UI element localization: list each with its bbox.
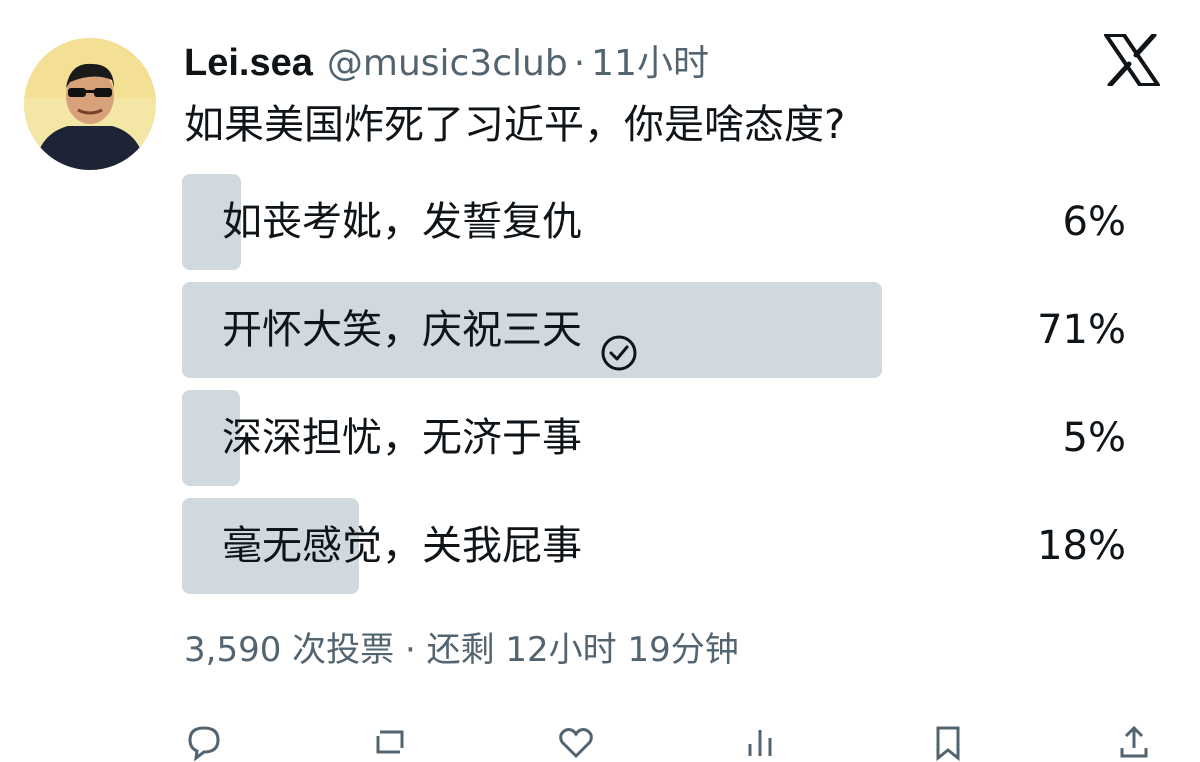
poll-option[interactable]: 毫无感觉，关我屁事 18% <box>182 498 1134 594</box>
tweet-header: Lei.sea @music3club · 11小时 <box>184 34 709 84</box>
bookmark-icon <box>936 726 960 762</box>
vote-count: 3,590 次投票 <box>184 630 395 670</box>
poll-option-label-wrap: 深深担忧，无济于事 <box>222 390 582 486</box>
check-circle-icon <box>600 311 638 371</box>
timestamp[interactable]: 11小时 <box>591 34 709 86</box>
avatar[interactable] <box>24 38 156 170</box>
poll-meta: 3,590 次投票 · 还剩 12小时 19分钟 <box>184 622 739 671</box>
heart-icon <box>559 728 593 759</box>
time-remaining: 还剩 12小时 19分钟 <box>426 630 739 670</box>
poll-option-label: 开怀大笑，庆祝三天 <box>222 307 582 353</box>
bookmark-button[interactable] <box>928 722 968 762</box>
avatar-image <box>24 38 156 170</box>
poll-option-percent: 5% <box>1062 415 1126 461</box>
poll-option-percent: 71% <box>1037 307 1126 353</box>
poll-option-label: 毫无感觉，关我屁事 <box>222 523 582 569</box>
poll-option[interactable]: 开怀大笑，庆祝三天 71% <box>182 282 1134 378</box>
separator-dot: · <box>573 43 586 84</box>
display-name[interactable]: Lei.sea <box>184 42 313 85</box>
repost-button[interactable] <box>370 722 410 762</box>
poll-option-label-wrap: 毫无感觉，关我屁事 <box>222 498 582 594</box>
poll-option-label-wrap: 开怀大笑，庆祝三天 <box>222 282 638 378</box>
poll-option-label: 深深担忧，无济于事 <box>222 415 582 461</box>
poll-option[interactable]: 深深担忧，无济于事 5% <box>182 390 1134 486</box>
views-button[interactable] <box>742 722 782 762</box>
share-icon <box>1120 725 1148 758</box>
like-button[interactable] <box>556 722 596 762</box>
reply-icon <box>188 726 220 762</box>
views-icon <box>748 730 772 756</box>
poll-option-label: 如丧考妣，发誓复仇 <box>222 199 582 245</box>
poll-option-percent: 18% <box>1037 523 1126 569</box>
poll-option-label-wrap: 如丧考妣，发誓复仇 <box>222 174 582 270</box>
user-handle[interactable]: @music3club <box>327 43 568 84</box>
tweet-text: 如果美国炸死了习近平，你是啥态度? <box>184 102 846 148</box>
reply-button[interactable] <box>184 722 224 762</box>
x-logo-icon[interactable] <box>1104 32 1160 88</box>
separator-dot: · <box>404 630 416 670</box>
poll-option[interactable]: 如丧考妣，发誓复仇 6% <box>182 174 1134 270</box>
action-bar <box>184 722 1154 762</box>
poll: 如丧考妣，发誓复仇 6% 开怀大笑，庆祝三天 71% 深深担忧，无济于事 5% … <box>182 174 1134 606</box>
share-button[interactable] <box>1114 722 1154 762</box>
repost-icon <box>376 730 404 754</box>
poll-option-percent: 6% <box>1062 199 1126 245</box>
